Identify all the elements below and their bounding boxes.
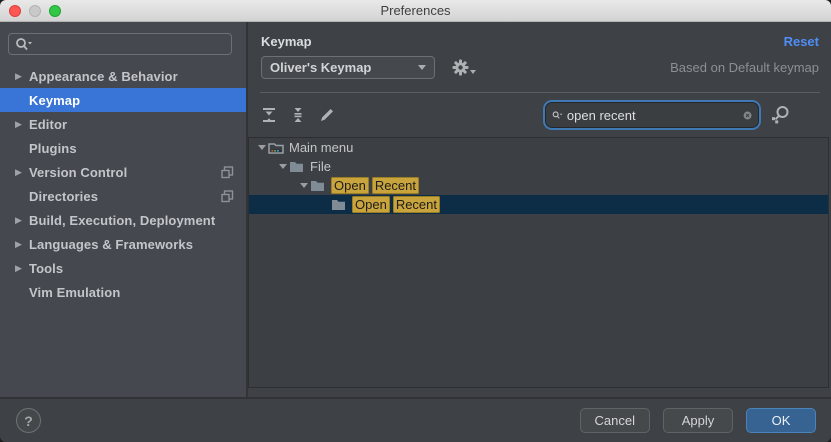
chevron-down-icon bbox=[418, 65, 426, 70]
gear-icon bbox=[452, 59, 469, 76]
panel-header: Keymap Reset bbox=[261, 34, 819, 49]
tree-row[interactable]: Main menu bbox=[249, 138, 828, 157]
main-menu-icon bbox=[268, 141, 284, 155]
sidebar-item-label: Keymap bbox=[29, 93, 80, 108]
action-search-input[interactable] bbox=[567, 108, 743, 123]
footer-bar: ? Cancel Apply OK bbox=[0, 397, 831, 442]
clear-search-icon[interactable] bbox=[743, 108, 752, 123]
sidebar-item-appearance-behavior[interactable]: ▶ Appearance & Behavior bbox=[0, 64, 246, 88]
collapse-all-button[interactable] bbox=[290, 107, 306, 123]
apply-button[interactable]: Apply bbox=[663, 408, 733, 433]
page-title: Keymap bbox=[261, 34, 312, 49]
sidebar-item-build-execution-deployment[interactable]: ▶ Build, Execution, Deployment bbox=[0, 208, 246, 232]
tree-row[interactable]: File bbox=[249, 157, 828, 176]
keymap-tree: Main menu File bbox=[248, 137, 829, 388]
folder-icon bbox=[310, 179, 325, 192]
folder-icon bbox=[331, 198, 346, 211]
sidebar-nav: ▶ Appearance & Behavior ▶ Keymap ▶ Edito… bbox=[0, 64, 246, 304]
help-button[interactable]: ? bbox=[16, 408, 41, 433]
search-icon bbox=[15, 37, 33, 51]
expand-arrow-icon[interactable]: ▶ bbox=[15, 167, 29, 178]
tree-row-label: File bbox=[310, 159, 331, 174]
search-match-word: Open bbox=[352, 196, 390, 213]
edit-shortcut-button[interactable] bbox=[319, 107, 335, 123]
project-settings-icon bbox=[221, 190, 234, 203]
keymap-options-button[interactable] bbox=[452, 59, 476, 76]
sidebar-item-label: Vim Emulation bbox=[29, 285, 120, 300]
tree-row-label: OpenRecent bbox=[331, 178, 422, 193]
expand-all-button[interactable] bbox=[261, 107, 277, 123]
tree-row-label: OpenRecent bbox=[352, 197, 443, 212]
tree-row[interactable]: OpenRecent bbox=[249, 176, 828, 195]
chevron-down-icon bbox=[470, 70, 476, 74]
sidebar-item-vim-emulation[interactable]: ▶ Vim Emulation bbox=[0, 280, 246, 304]
sidebar-item-tools[interactable]: ▶ Tools bbox=[0, 256, 246, 280]
preferences-window: Preferences ▶ Appearance & Behavior bbox=[0, 0, 831, 442]
sidebar-item-label: Build, Execution, Deployment bbox=[29, 213, 215, 228]
tree-expand-icon[interactable] bbox=[276, 164, 289, 169]
sidebar-item-label: Version Control bbox=[29, 165, 127, 180]
tree-row-label: Main menu bbox=[289, 140, 353, 155]
reset-link[interactable]: Reset bbox=[784, 34, 819, 49]
project-settings-icon bbox=[221, 166, 234, 179]
sidebar-item-label: Tools bbox=[29, 261, 63, 276]
ok-button[interactable]: OK bbox=[746, 408, 816, 433]
sidebar-item-label: Directories bbox=[29, 189, 98, 204]
sidebar-item-label: Appearance & Behavior bbox=[29, 69, 178, 84]
expand-arrow-icon[interactable]: ▶ bbox=[15, 263, 29, 274]
settings-sidebar: ▶ Appearance & Behavior ▶ Keymap ▶ Edito… bbox=[0, 22, 248, 397]
keymap-controls: Oliver's Keymap bbox=[261, 56, 819, 79]
window-title: Preferences bbox=[0, 3, 831, 18]
keymap-panel: Keymap Reset Oliver's Keymap bbox=[248, 22, 831, 397]
search-match-word: Open bbox=[331, 177, 369, 194]
search-icon bbox=[552, 108, 563, 122]
sidebar-item-label: Languages & Frameworks bbox=[29, 237, 193, 252]
keymap-toolbar bbox=[248, 93, 831, 137]
cancel-button[interactable]: Cancel bbox=[580, 408, 650, 433]
search-match-word: Recent bbox=[372, 177, 419, 194]
search-match-word: Recent bbox=[393, 196, 440, 213]
expand-arrow-icon[interactable]: ▶ bbox=[15, 239, 29, 250]
action-search-field[interactable] bbox=[545, 102, 759, 128]
based-on-label: Based on Default keymap bbox=[670, 60, 819, 75]
folder-icon bbox=[289, 160, 304, 173]
sidebar-item-languages-frameworks[interactable]: ▶ Languages & Frameworks bbox=[0, 232, 246, 256]
sidebar-item-keymap[interactable]: ▶ Keymap bbox=[0, 88, 246, 112]
keymap-select-value: Oliver's Keymap bbox=[270, 60, 371, 75]
sidebar-item-editor[interactable]: ▶ Editor bbox=[0, 112, 246, 136]
sidebar-item-label: Plugins bbox=[29, 141, 77, 156]
content: ▶ Appearance & Behavior ▶ Keymap ▶ Edito… bbox=[0, 22, 831, 397]
keymap-select[interactable]: Oliver's Keymap bbox=[261, 56, 435, 79]
expand-arrow-icon[interactable]: ▶ bbox=[15, 71, 29, 82]
expand-arrow-icon[interactable]: ▶ bbox=[15, 215, 29, 226]
settings-search-input[interactable] bbox=[33, 37, 225, 52]
expand-arrow-icon[interactable]: ▶ bbox=[15, 119, 29, 130]
sidebar-item-version-control[interactable]: ▶ Version Control bbox=[0, 160, 246, 184]
find-by-shortcut-icon[interactable] bbox=[769, 105, 791, 125]
tree-expand-icon[interactable] bbox=[297, 183, 310, 188]
settings-search-field[interactable] bbox=[8, 33, 232, 55]
sidebar-item-plugins[interactable]: ▶ Plugins bbox=[0, 136, 246, 160]
sidebar-item-directories[interactable]: ▶ Directories bbox=[0, 184, 246, 208]
titlebar: Preferences bbox=[0, 0, 831, 22]
sidebar-item-label: Editor bbox=[29, 117, 67, 132]
tree-row[interactable]: OpenRecent bbox=[249, 195, 828, 214]
tree-expand-icon[interactable] bbox=[255, 145, 268, 150]
